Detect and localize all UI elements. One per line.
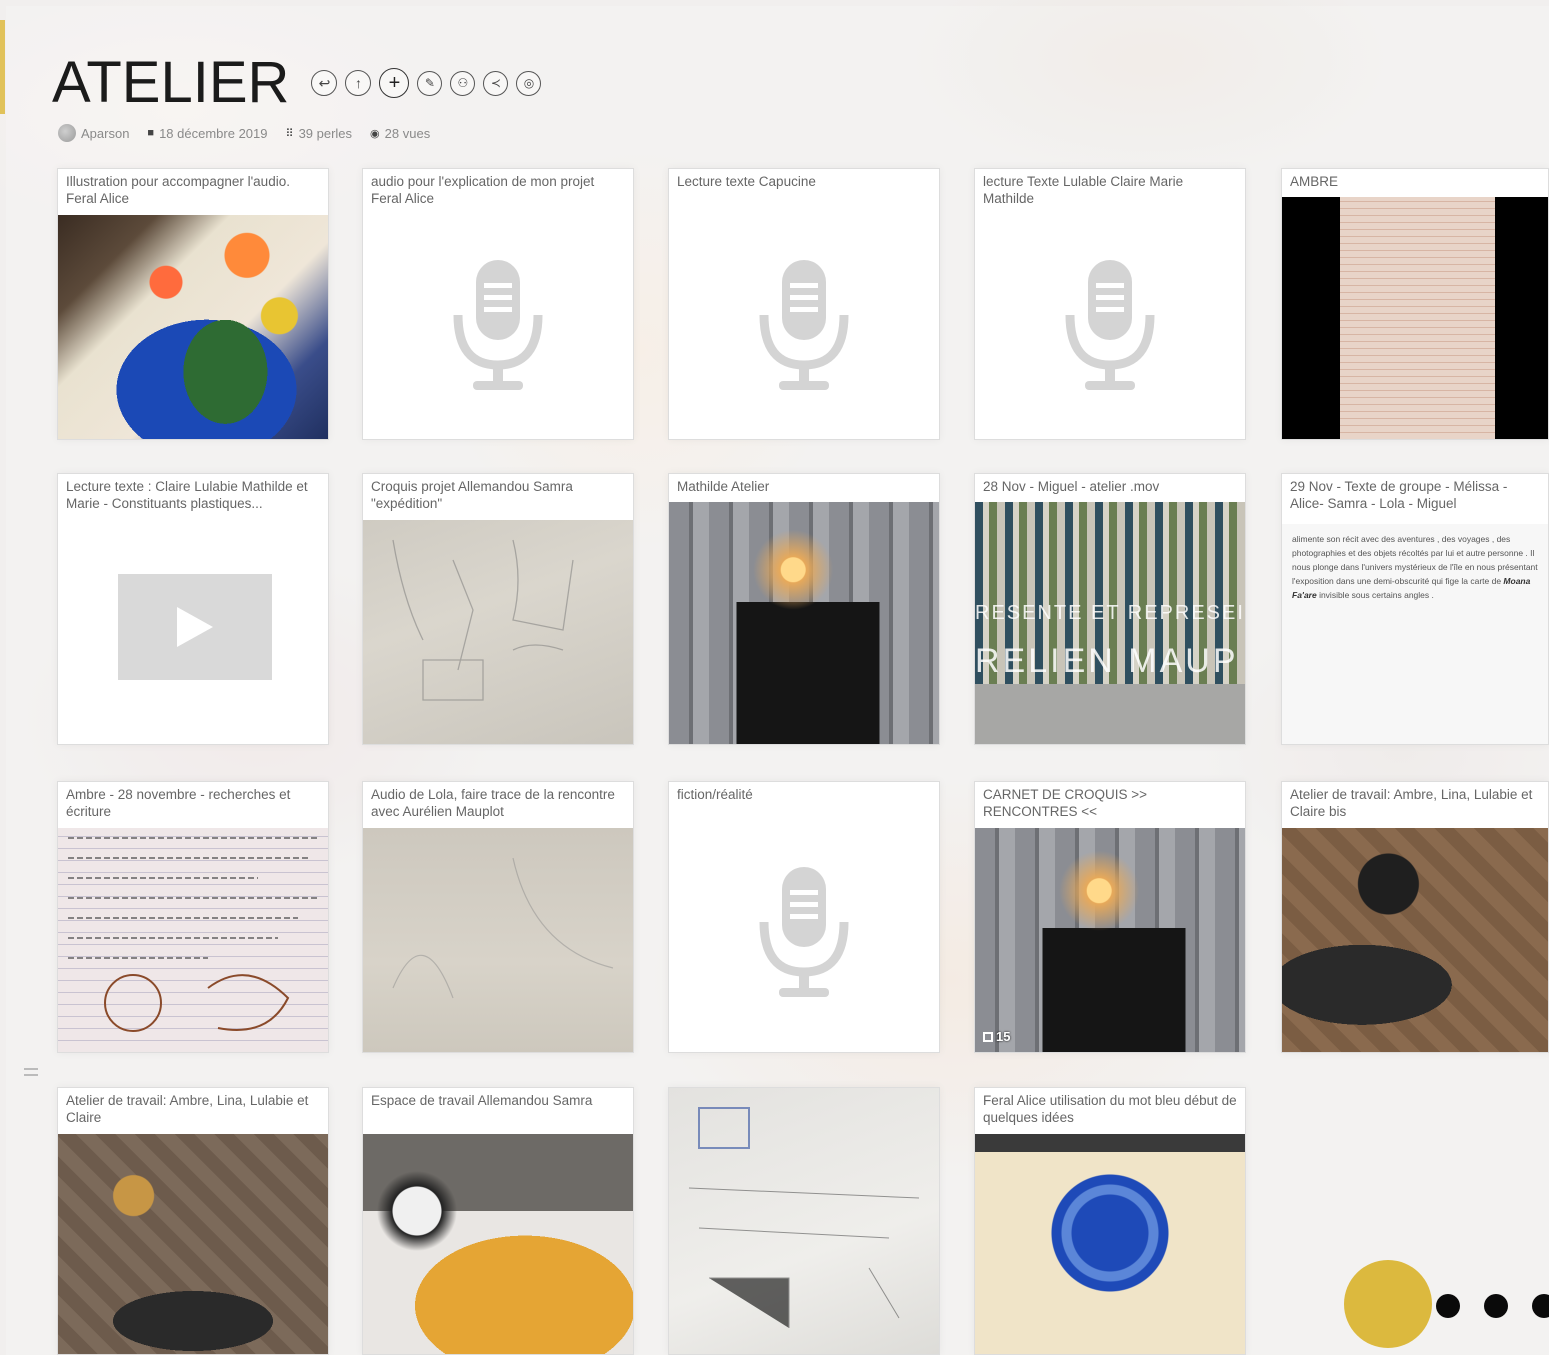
toolbar: ↩ ↑ + ✎ ⚇ ≺ ◎ [311,68,542,98]
card-image [58,1134,328,1354]
microphone-icon [363,211,633,439]
page-header: ATELIER ↩ ↑ + ✎ ⚇ ≺ ◎ [52,48,542,118]
card-title: Lecture texte Capucine [677,174,816,189]
card-title: Lecture texte : Claire Lulabie Mathilde … [66,479,308,511]
card-title: Audio de Lola, faire trace de la rencont… [371,787,615,819]
card-title: 28 Nov - Miguel - atelier .mov [983,479,1160,494]
pearl-card[interactable]: Espace de travail Allemandou Samra [362,1087,634,1355]
avatar [58,124,76,142]
pearl-card[interactable]: Ambre - 28 novembre - recherches et écri… [57,781,329,1053]
card-title: Illustration pour accompagner l'audio. F… [66,174,290,206]
card-title: Espace de travail Allemandou Samra [371,1093,593,1108]
microphone-icon [975,211,1245,439]
pearl-card[interactable]: Mathilde Atelier [668,473,940,745]
text-excerpt: alimente son récit avec des aventures , … [1282,524,1548,744]
page-title: ATELIER [52,50,290,115]
card-image [975,1134,1245,1354]
card-title: AMBRE [1290,174,1339,189]
pearl-card[interactable]: 29 Nov - Texte de groupe - Mélissa - Ali… [1281,473,1549,745]
pearl-card[interactable]: AMBRE [1281,168,1549,440]
edit-icon[interactable]: ✎ [417,70,443,96]
card-image [58,828,328,1052]
card-image: RESENTE ET REPRESEI RELIEN MAUP [975,502,1245,744]
collection-meta: Aparson ■ 18 décembre 2019 ⠿ 39 perles ◉… [58,124,430,142]
video-overlay-text: RESENTE ET REPRESEI [975,602,1245,624]
card-image [363,828,633,1052]
pearl-count-text: 39 perles [298,125,353,141]
pearl-card[interactable]: Feral Alice utilisation du mot bleu débu… [974,1087,1246,1355]
microphone-icon [669,211,939,439]
view-count-text: 28 vues [384,125,431,141]
play-icon [177,607,213,647]
pearl-card[interactable]: Atelier de travail: Ambre, Lina, Lulabie… [1281,781,1549,1053]
pearl-card[interactable]: Atelier de travail: Ambre, Lina, Lulabie… [57,1087,329,1355]
card-image [363,1134,633,1354]
dot-icon [1436,1294,1460,1318]
dot-icon [1532,1294,1549,1318]
card-image [1282,197,1548,439]
card-title: CARNET DE CROQUIS >> RENCONTRES << [983,787,1148,819]
dot-icon [1484,1294,1508,1318]
view-count: ◉ 28 vues [370,126,430,141]
card-title: lecture Texte Lulable Claire Marie Mathi… [983,174,1184,206]
pearl-card[interactable]: Audio de Lola, faire trace de la rencont… [362,781,634,1053]
pearl-card[interactable]: lecture Texte Lulable Claire Marie Mathi… [974,168,1246,440]
pearl-card[interactable] [668,1087,940,1355]
author-name[interactable]: Aparson [81,126,129,141]
pearl-card[interactable]: audio pour l'explication de mon projet F… [362,168,634,440]
pearl-card[interactable]: Illustration pour accompagner l'audio. F… [57,168,329,440]
card-title: audio pour l'explication de mon projet F… [371,174,595,206]
card-image [669,1088,939,1354]
side-drag-handle[interactable] [24,1068,38,1076]
pearl-card[interactable]: fiction/réalité [668,781,940,1053]
date-text: 18 décembre 2019 [159,125,268,141]
pearl-card[interactable]: Lecture texte Capucine [668,168,940,440]
floor [975,684,1245,744]
eye-icon: ◉ [370,127,380,140]
card-title: 29 Nov - Texte de groupe - Mélissa - Ali… [1290,479,1508,511]
menu-button[interactable] [1344,1260,1432,1348]
card-image: 15 [975,828,1245,1052]
date: ■ 18 décembre 2019 [147,126,267,141]
grid-icon: ⠿ [285,127,294,140]
card-title: Mathilde Atelier [677,479,770,494]
pearl-card[interactable]: 28 Nov - Miguel - atelier .mov RESENTE E… [974,473,1246,745]
card-image [1282,828,1548,1052]
card-title: Ambre - 28 novembre - recherches et écri… [66,787,291,819]
upload-icon[interactable]: ↑ [345,70,372,96]
card-image [363,520,633,744]
calendar-icon: ■ [147,127,155,139]
pearl-card[interactable]: Croquis projet Allemandou Samra "expédit… [362,473,634,745]
card-title: Croquis projet Allemandou Samra "expédit… [371,479,573,511]
card-title: Atelier de travail: Ambre, Lina, Lulabie… [1290,787,1533,819]
card-image [669,502,939,744]
pearl-card[interactable]: CARNET DE CROQUIS >> RENCONTRES << 15 [974,781,1246,1053]
video-overlay-text: RELIEN MAUP [975,642,1239,680]
pearl-card[interactable]: Lecture texte : Claire Lulabie Mathilde … [57,473,329,745]
card-title: Feral Alice utilisation du mot bleu débu… [983,1093,1237,1125]
more-options[interactable] [1436,1294,1549,1318]
card-title: fiction/réalité [677,787,753,802]
gallery-icon [983,1031,993,1042]
author[interactable]: Aparson [58,124,129,142]
accent-bar [0,20,5,114]
microphone-icon [669,812,939,1052]
share-icon[interactable]: ≺ [483,70,509,96]
video-placeholder[interactable] [118,574,272,680]
card-image [58,215,328,439]
add-icon[interactable]: + [379,68,410,98]
image-count-badge: 15 [983,1029,1010,1044]
settings-icon[interactable]: ◎ [516,70,542,96]
back-arrow-icon[interactable]: ↩ [311,70,338,96]
card-title: Atelier de travail: Ambre, Lina, Lulabie… [66,1093,309,1125]
people-icon[interactable]: ⚇ [450,70,476,96]
pearl-count: ⠿ 39 perles [286,126,353,141]
